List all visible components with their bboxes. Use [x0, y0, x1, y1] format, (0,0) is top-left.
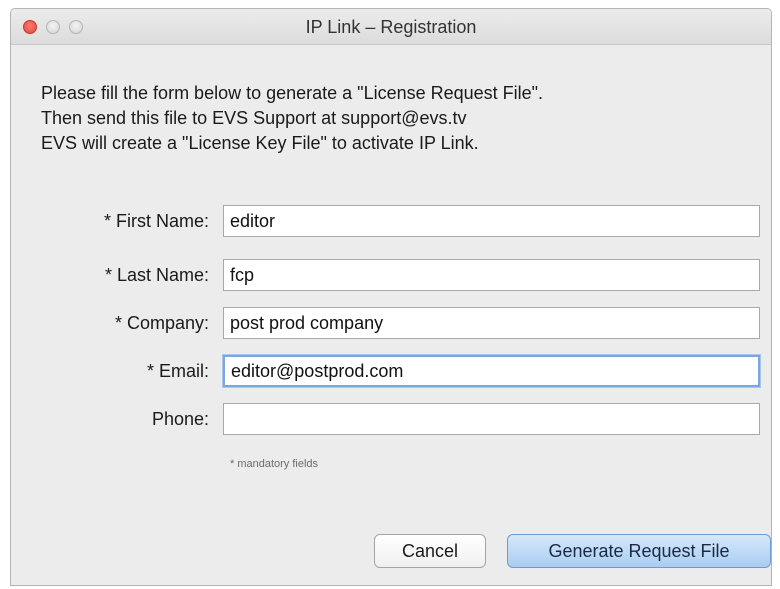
cancel-button[interactable]: Cancel: [374, 534, 486, 568]
phone-field[interactable]: [223, 403, 760, 435]
intro-line-1: Please fill the form below to generate a…: [41, 83, 544, 103]
email-label: * Email:: [146, 361, 209, 381]
email-row: * Email:: [11, 355, 771, 389]
window-title: IP Link – Registration: [305, 17, 477, 37]
intro-line-2: Then send this file to EVS Support at su…: [41, 108, 467, 128]
phone-row: Phone:: [11, 403, 771, 437]
phone-label: Phone:: [151, 409, 209, 429]
email-field[interactable]: [223, 355, 760, 387]
first-name-row: * First Name:: [11, 205, 771, 239]
mandatory-fields-hint: * mandatory fields: [230, 458, 319, 470]
first-name-field[interactable]: [223, 205, 760, 237]
company-field[interactable]: [223, 307, 760, 339]
intro-text: Please fill the form below to generate a…: [41, 81, 543, 156]
intro-line-3: EVS will create a "License Key File" to …: [41, 133, 479, 153]
registration-window: IP Link – Registration Please fill the f…: [10, 8, 772, 586]
company-label: * Company:: [114, 313, 209, 333]
company-row: * Company:: [11, 307, 771, 341]
generate-request-file-button[interactable]: Generate Request File: [507, 534, 771, 568]
last-name-row: * Last Name:: [11, 259, 771, 293]
last-name-label: * Last Name:: [104, 265, 209, 285]
first-name-label: * First Name:: [103, 211, 209, 231]
title-bar: IP Link – Registration: [11, 9, 771, 45]
last-name-field[interactable]: [223, 259, 760, 291]
